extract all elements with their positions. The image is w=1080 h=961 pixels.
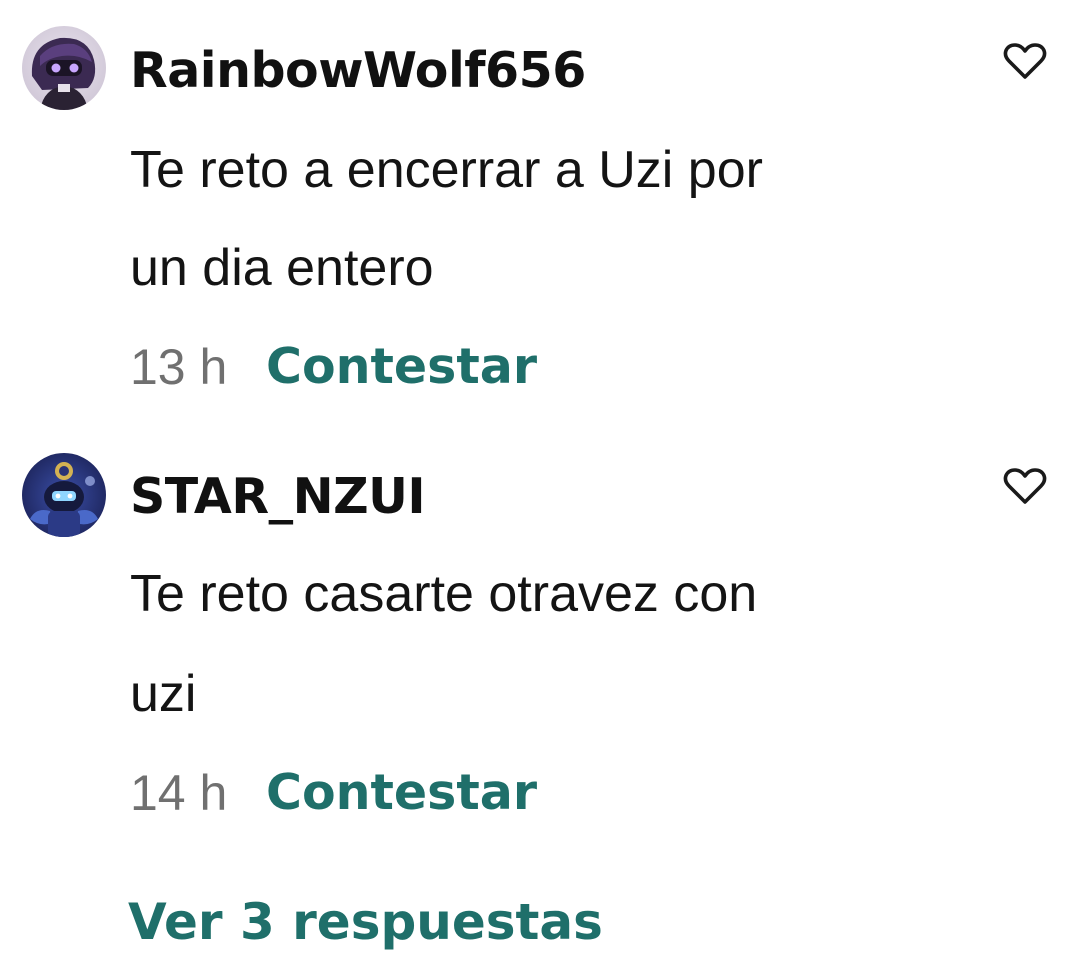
heart-outline-icon[interactable] bbox=[1002, 466, 1048, 506]
blue-robot-avatar-icon bbox=[22, 453, 106, 537]
comment-timestamp: 14 h bbox=[130, 765, 228, 821]
comment-timestamp: 13 h bbox=[130, 339, 228, 395]
heart-outline-icon[interactable] bbox=[1002, 41, 1048, 81]
avatar[interactable] bbox=[22, 26, 106, 110]
comment-text-line: Te reto casarte otravez con bbox=[130, 565, 758, 623]
comment-text-line: un dia entero bbox=[130, 239, 434, 297]
comment-text-line: Te reto a encerrar a Uzi por bbox=[130, 141, 763, 199]
view-replies-button[interactable]: Ver 3 respuestas bbox=[128, 893, 603, 951]
comment-username[interactable]: STAR_NZUI bbox=[130, 468, 426, 525]
purple-character-avatar-icon bbox=[22, 26, 106, 110]
avatar[interactable] bbox=[22, 453, 106, 537]
comment-text-line: uzi bbox=[130, 665, 197, 723]
reply-button[interactable]: Contestar bbox=[266, 764, 537, 821]
reply-button[interactable]: Contestar bbox=[266, 338, 537, 395]
comment-username[interactable]: RainbowWolf656 bbox=[130, 42, 586, 99]
